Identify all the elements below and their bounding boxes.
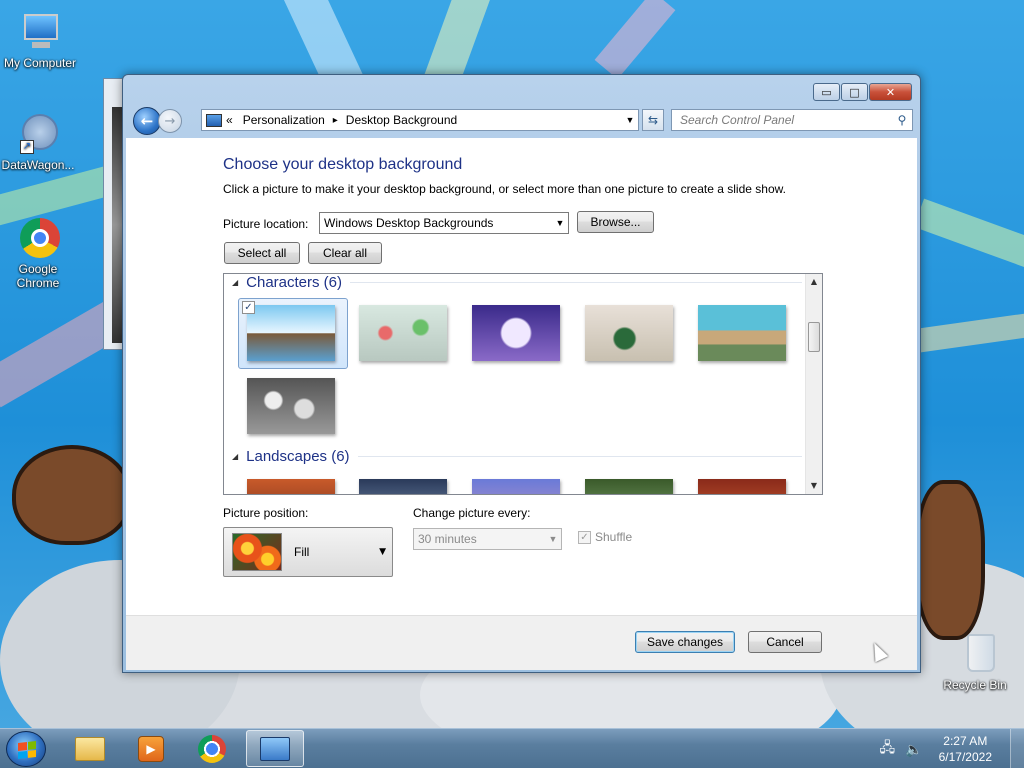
back-arrow-icon[interactable]: ←	[133, 107, 161, 135]
collapse-triangle-icon[interactable]: ◢	[232, 452, 238, 461]
refresh-icon[interactable]: ⇆	[642, 109, 664, 131]
nav-buttons: ← →	[133, 107, 182, 135]
chrome-icon	[16, 216, 60, 260]
checkmark-icon: ✓	[578, 530, 591, 544]
desktop-background-window: ▭ □ ✕ ← → « Personalization ▸ Desktop Ba…	[122, 74, 921, 673]
position-preview-image	[232, 533, 282, 571]
taskbar: ▶ 🖧 🔈 2:27 AM 6/17/2022	[0, 728, 1024, 768]
taskbar-media-player[interactable]: ▶	[122, 730, 180, 767]
breadcrumb-personalization[interactable]: Personalization	[243, 113, 325, 127]
change-interval-value: 30 minutes	[418, 532, 477, 546]
taskbar-control-panel[interactable]	[246, 730, 304, 767]
windows-flag-icon	[18, 741, 36, 759]
desktop-icon-label: DataWagon...	[1, 158, 75, 172]
group-title: Landscapes (6)	[246, 448, 350, 465]
collapse-triangle-icon[interactable]: ◢	[232, 278, 238, 287]
wallpaper-thumbnail[interactable]	[585, 305, 673, 361]
shuffle-label: Shuffle	[595, 530, 633, 544]
wallpaper-thumbnail[interactable]	[247, 305, 335, 361]
breadcrumb-separator-icon[interactable]: ▸	[333, 115, 338, 126]
start-button[interactable]	[6, 731, 46, 767]
address-chevron[interactable]: «	[226, 113, 233, 127]
scroll-down-icon[interactable]: ▼	[806, 478, 822, 494]
picture-position-value: Fill	[294, 545, 310, 559]
change-picture-label: Change picture every:	[413, 506, 531, 520]
group-header-characters[interactable]: ◢ Characters (6)	[232, 274, 802, 291]
show-desktop-button[interactable]	[1010, 729, 1024, 768]
search-placeholder: Search Control Panel	[680, 113, 795, 127]
forward-arrow-icon[interactable]: →	[158, 109, 182, 133]
picture-position-label: Picture position:	[223, 506, 309, 520]
page-description: Click a picture to make it your desktop …	[223, 182, 786, 196]
folder-icon	[75, 736, 105, 761]
thumbnail-checkbox[interactable]: ✓	[242, 301, 255, 314]
address-dropdown-icon[interactable]: ▼	[622, 115, 638, 125]
select-all-button[interactable]: Select all	[224, 242, 300, 264]
desktop-icon-label: Google Chrome	[16, 262, 60, 290]
picture-location-value: Windows Desktop Backgrounds	[324, 216, 494, 230]
breadcrumb-desktop-background[interactable]: Desktop Background	[346, 113, 457, 127]
search-icon[interactable]: ⚲	[892, 113, 912, 127]
wallpaper-thumbnail[interactable]	[247, 479, 335, 494]
clock-date: 6/17/2022	[938, 750, 992, 764]
minimize-button[interactable]: ▭	[813, 83, 840, 101]
control-panel-icon	[206, 113, 222, 127]
group-title: Characters (6)	[246, 274, 343, 291]
wallpaper-thumbnail[interactable]	[698, 305, 786, 361]
search-input[interactable]: Search Control Panel ⚲	[671, 109, 913, 131]
gallery-scrollbar[interactable]: ▲ ▼	[805, 274, 822, 494]
chevron-down-icon: ▼	[555, 218, 565, 228]
desktop-icon-my-computer[interactable]: My Computer	[0, 10, 80, 70]
chevron-down-icon: ▼	[548, 534, 558, 544]
media-player-icon: ▶	[138, 735, 164, 762]
shuffle-checkbox[interactable]: ✓ Shuffle	[578, 530, 632, 544]
taskbar-explorer[interactable]	[61, 730, 119, 767]
group-header-landscapes[interactable]: ◢ Landscapes (6)	[232, 448, 802, 465]
chrome-icon	[198, 734, 226, 763]
desktop-icon-recycle-bin[interactable]: Recycle Bin	[935, 632, 1015, 692]
page-title: Choose your desktop background	[223, 156, 463, 173]
desktop-icon-label: My Computer	[3, 56, 77, 70]
control-panel-icon	[260, 736, 290, 761]
wallpaper-gallery[interactable]: ◢ Characters (6) ✓ ◢ Landscapes (6) ▲ ▼	[223, 273, 823, 495]
wallpaper-thumbnail[interactable]	[359, 479, 447, 494]
volume-icon[interactable]: 🔈	[905, 741, 922, 758]
datawagon-icon: ↗	[16, 112, 60, 156]
wallpaper-thumbnail[interactable]	[359, 305, 447, 361]
scroll-up-icon[interactable]: ▲	[806, 274, 822, 290]
computer-icon	[18, 10, 62, 54]
picture-location-label: Picture location:	[223, 217, 309, 231]
system-tray: 🖧 🔈 2:27 AM 6/17/2022	[880, 729, 1024, 768]
change-interval-select[interactable]: 30 minutes ▼	[413, 528, 562, 550]
chevron-down-icon: ▼	[379, 547, 386, 557]
clock[interactable]: 2:27 AM 6/17/2022	[939, 733, 992, 765]
close-button[interactable]: ✕	[869, 83, 912, 101]
desktop-icon-google-chrome[interactable]: Google Chrome	[0, 216, 78, 290]
dialog-footer: Save changes Cancel	[126, 615, 917, 670]
clock-time: 2:27 AM	[943, 734, 988, 748]
wallpaper-thumbnail[interactable]	[247, 378, 335, 434]
content-pane: Choose your desktop background Click a p…	[126, 138, 917, 615]
caption-buttons: ▭ □ ✕	[813, 83, 912, 101]
save-changes-button[interactable]: Save changes	[635, 631, 735, 653]
desktop-icon-label: Recycle Bin	[943, 678, 1007, 692]
wallpaper-thumbnail[interactable]	[472, 479, 560, 494]
clear-all-button[interactable]: Clear all	[308, 242, 382, 264]
wallpaper-thumbnail[interactable]	[585, 479, 673, 494]
picture-position-select[interactable]: Fill ▼	[223, 527, 393, 577]
browse-button[interactable]: Browse...	[577, 211, 654, 233]
taskbar-chrome[interactable]	[183, 730, 241, 767]
cancel-button[interactable]: Cancel	[748, 631, 822, 653]
recycle-bin-icon	[953, 632, 997, 676]
wallpaper-thumbnail[interactable]	[472, 305, 560, 361]
scroll-thumb[interactable]	[808, 322, 820, 352]
address-bar[interactable]: « Personalization ▸ Desktop Background ▼	[201, 109, 639, 131]
desktop-icon-datawagon[interactable]: ↗ DataWagon...	[0, 112, 78, 172]
maximize-button[interactable]: □	[841, 83, 868, 101]
network-icon[interactable]: 🖧	[880, 737, 896, 761]
wallpaper-thumbnail[interactable]	[698, 479, 786, 494]
picture-location-select[interactable]: Windows Desktop Backgrounds ▼	[319, 212, 569, 234]
